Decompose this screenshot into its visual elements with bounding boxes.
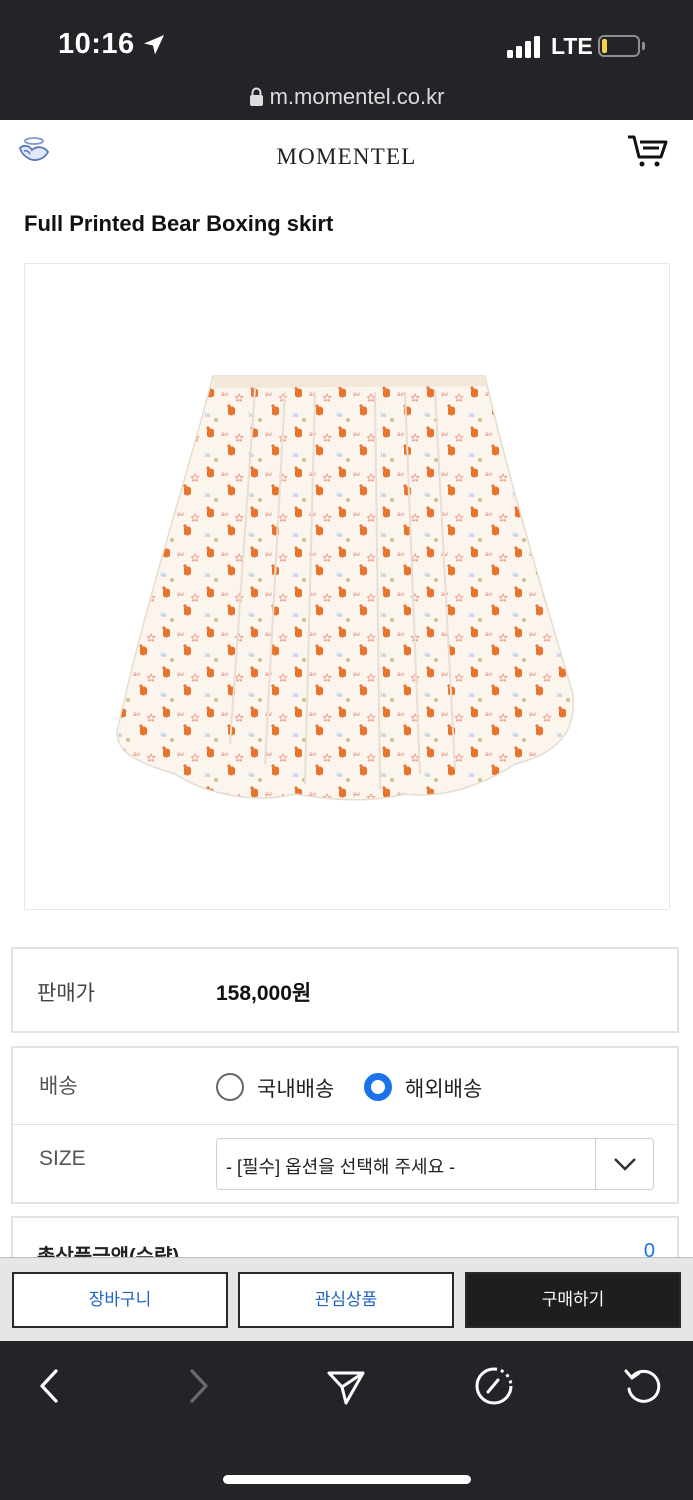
overseas-shipping-radio[interactable]	[364, 1073, 392, 1101]
overseas-shipping-label[interactable]: 해외배송	[405, 1073, 482, 1103]
battery-tip	[642, 42, 645, 50]
wishlist-button[interactable]: 관심상품	[238, 1272, 454, 1328]
network-type: LTE	[551, 33, 593, 59]
action-bar: 장바구니 관심상품 구매하기	[0, 1257, 693, 1341]
share-icon[interactable]	[325, 1365, 367, 1407]
size-select-value: - [필수] 옵션을 선택해 주세요 -	[226, 1157, 456, 1177]
status-time: 10:16	[58, 28, 135, 60]
back-icon[interactable]	[28, 1365, 70, 1407]
size-select[interactable]: - [필수] 옵션을 선택해 주세요 -	[216, 1138, 654, 1190]
options-box: 배송 국내배송 해외배송 SIZE - [필수] 옵션을 선택해 주세요 -	[11, 1046, 679, 1204]
domestic-shipping-label[interactable]: 국내배송	[257, 1073, 334, 1103]
reload-icon[interactable]	[622, 1365, 664, 1407]
battery-icon	[598, 35, 640, 57]
divider	[13, 1124, 677, 1125]
lock-icon	[249, 87, 263, 106]
browser-toolbar	[0, 1341, 693, 1500]
price-value: 158,000원	[216, 982, 312, 1005]
size-select-toggle[interactable]	[595, 1139, 653, 1189]
signal-icon	[507, 36, 543, 58]
chevron-down-icon	[614, 1158, 636, 1171]
add-to-cart-button[interactable]: 장바구니	[12, 1272, 228, 1328]
home-indicator	[223, 1475, 471, 1484]
price-label: 판매가	[37, 982, 95, 1005]
status-bar: 10:16 LTE m.momentel.co.kr	[0, 0, 693, 120]
url-text: m.momentel.co.kr	[269, 84, 445, 109]
product-image[interactable]: ǝሀ !e	[24, 263, 670, 910]
shipping-label: 배송	[39, 1075, 78, 1098]
speed-dial-icon[interactable]	[473, 1365, 515, 1407]
cart-icon[interactable]	[626, 133, 668, 169]
forward-icon[interactable]	[178, 1365, 220, 1407]
address-bar[interactable]: m.momentel.co.kr	[0, 84, 693, 110]
site-header: MOMENTEL	[0, 120, 693, 195]
brand-logo[interactable]: MOMENTEL	[0, 144, 693, 170]
skirt-image: ǝሀ !e	[116, 375, 575, 801]
product-title: Full Printed Bear Boxing skirt	[24, 211, 334, 236]
location-arrow-icon	[144, 35, 164, 55]
buy-now-button[interactable]: 구매하기	[465, 1272, 681, 1328]
size-label: SIZE	[39, 1147, 86, 1170]
price-box: 판매가 158,000원	[11, 947, 679, 1033]
domestic-shipping-radio[interactable]	[216, 1073, 244, 1101]
